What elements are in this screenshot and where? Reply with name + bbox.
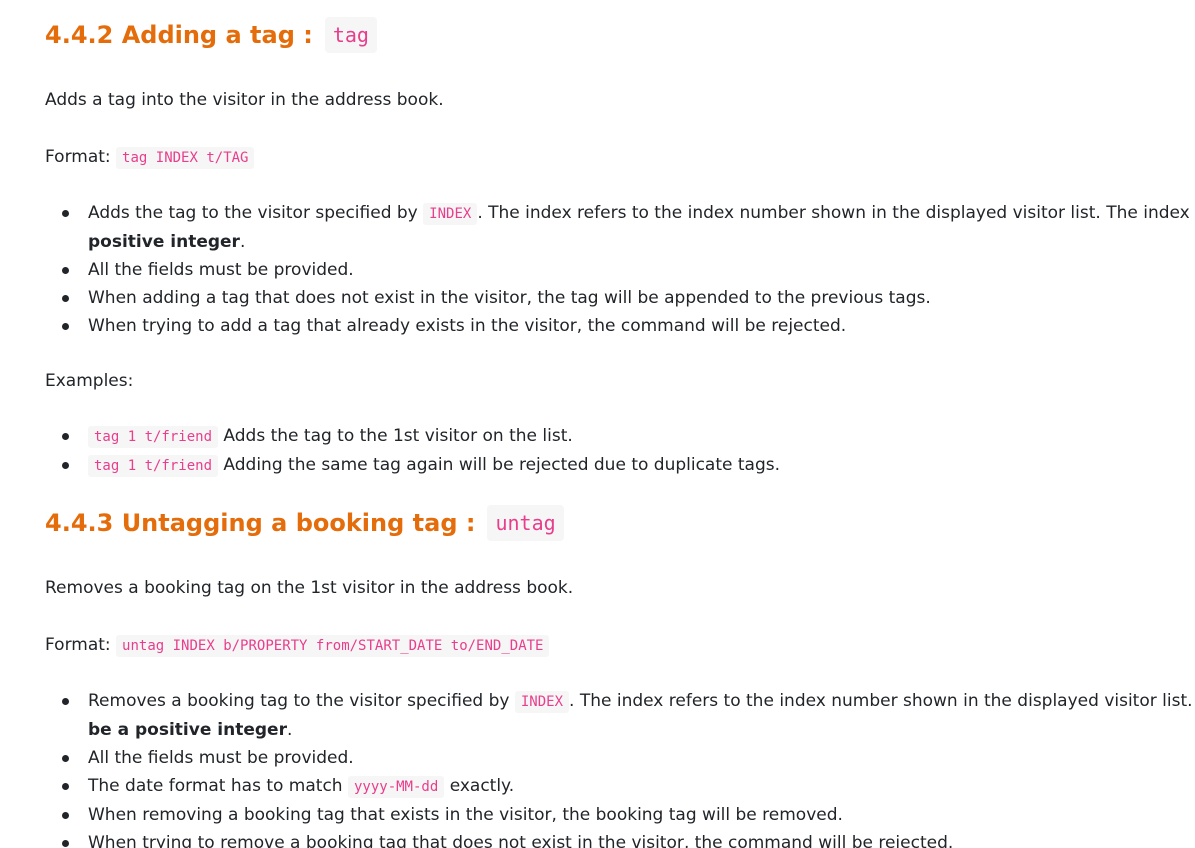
- bold-text: be a positive integer: [88, 720, 287, 740]
- heading-text: 4.4.2 Adding a tag :: [45, 21, 313, 49]
- heading-text: 4.4.3 Untagging a booking tag :: [45, 509, 476, 537]
- document-page: 4.4.2 Adding a tag : tag Adds a tag into…: [0, 0, 1195, 848]
- list-item-text: . The index refers to the index number s…: [477, 203, 1190, 223]
- list-item-text: .: [239, 232, 246, 252]
- heading-command-code: untag: [487, 505, 564, 541]
- list-item: The date format has to match yyyy-MM-dd …: [62, 772, 1195, 801]
- list-item: tag 1 t/friend Adds the tag to the 1st v…: [62, 422, 1195, 451]
- list-item-text: Removes a booking tag to the visitor spe…: [88, 691, 510, 711]
- section-intro: Adds a tag into the visitor in the addre…: [45, 90, 444, 110]
- bold-text: positive integer: [88, 232, 240, 252]
- list-item-text: The date format has to match: [88, 776, 343, 796]
- list-item-text: .: [286, 720, 293, 740]
- format-code: untag INDEX b/PROPERTY from/START_DATE t…: [116, 635, 550, 657]
- example-code: tag 1 t/friend: [88, 426, 219, 448]
- example-code: tag 1 t/friend: [88, 455, 219, 477]
- format-line: Format: untag INDEX b/PROPERTY from/STAR…: [45, 633, 1195, 658]
- rules-list: Adds the tag to the visitor specified by…: [45, 199, 1195, 340]
- list-item: When trying to add a tag that already ex…: [62, 312, 1195, 340]
- example-text: Adding the same tag again will be reject…: [223, 455, 781, 475]
- format-label: Format:: [45, 147, 111, 167]
- heading-command-code: tag: [324, 17, 377, 53]
- format-label: Format:: [45, 635, 111, 655]
- inline-code: INDEX: [423, 203, 478, 225]
- list-item: Removes a booking tag to the visitor spe…: [62, 687, 1195, 744]
- list-item-text: . The index refers to the index number s…: [569, 691, 1195, 711]
- list-item: When trying to remove a booking tag that…: [62, 829, 1195, 848]
- format-line: Format: tag INDEX t/TAG: [45, 145, 1195, 170]
- document-content: 4.4.2 Adding a tag : tag Adds a tag into…: [45, 14, 1195, 848]
- list-item: All the fields must be provided.: [62, 256, 1195, 284]
- list-item: When removing a booking tag that exists …: [62, 801, 1195, 829]
- inline-code: INDEX: [514, 691, 570, 713]
- list-item: tag 1 t/friend Adding the same tag again…: [62, 451, 1195, 480]
- list-item: When adding a tag that does not exist in…: [62, 284, 1195, 312]
- section-heading-adding-tag: 4.4.2 Adding a tag : tag: [45, 14, 1195, 56]
- example-text: Adds the tag to the 1st visitor on the l…: [223, 426, 573, 446]
- examples-list: tag 1 t/friend Adds the tag to the 1st v…: [45, 422, 1195, 480]
- section-heading-untagging: 4.4.3 Untagging a booking tag : untag: [45, 502, 1195, 544]
- inline-code: yyyy-MM-dd: [347, 776, 445, 798]
- list-item: Adds the tag to the visitor specified by…: [62, 199, 1195, 256]
- list-item-text: Adds the tag to the visitor specified by: [88, 203, 418, 223]
- section-intro: Removes a booking tag on the 1st visitor…: [45, 578, 574, 598]
- rules-list: Removes a booking tag to the visitor spe…: [45, 687, 1195, 848]
- list-item: All the fields must be provided.: [62, 744, 1195, 772]
- examples-label: Examples:: [45, 371, 134, 391]
- list-item-text: exactly.: [449, 776, 515, 796]
- format-code: tag INDEX t/TAG: [116, 147, 255, 169]
